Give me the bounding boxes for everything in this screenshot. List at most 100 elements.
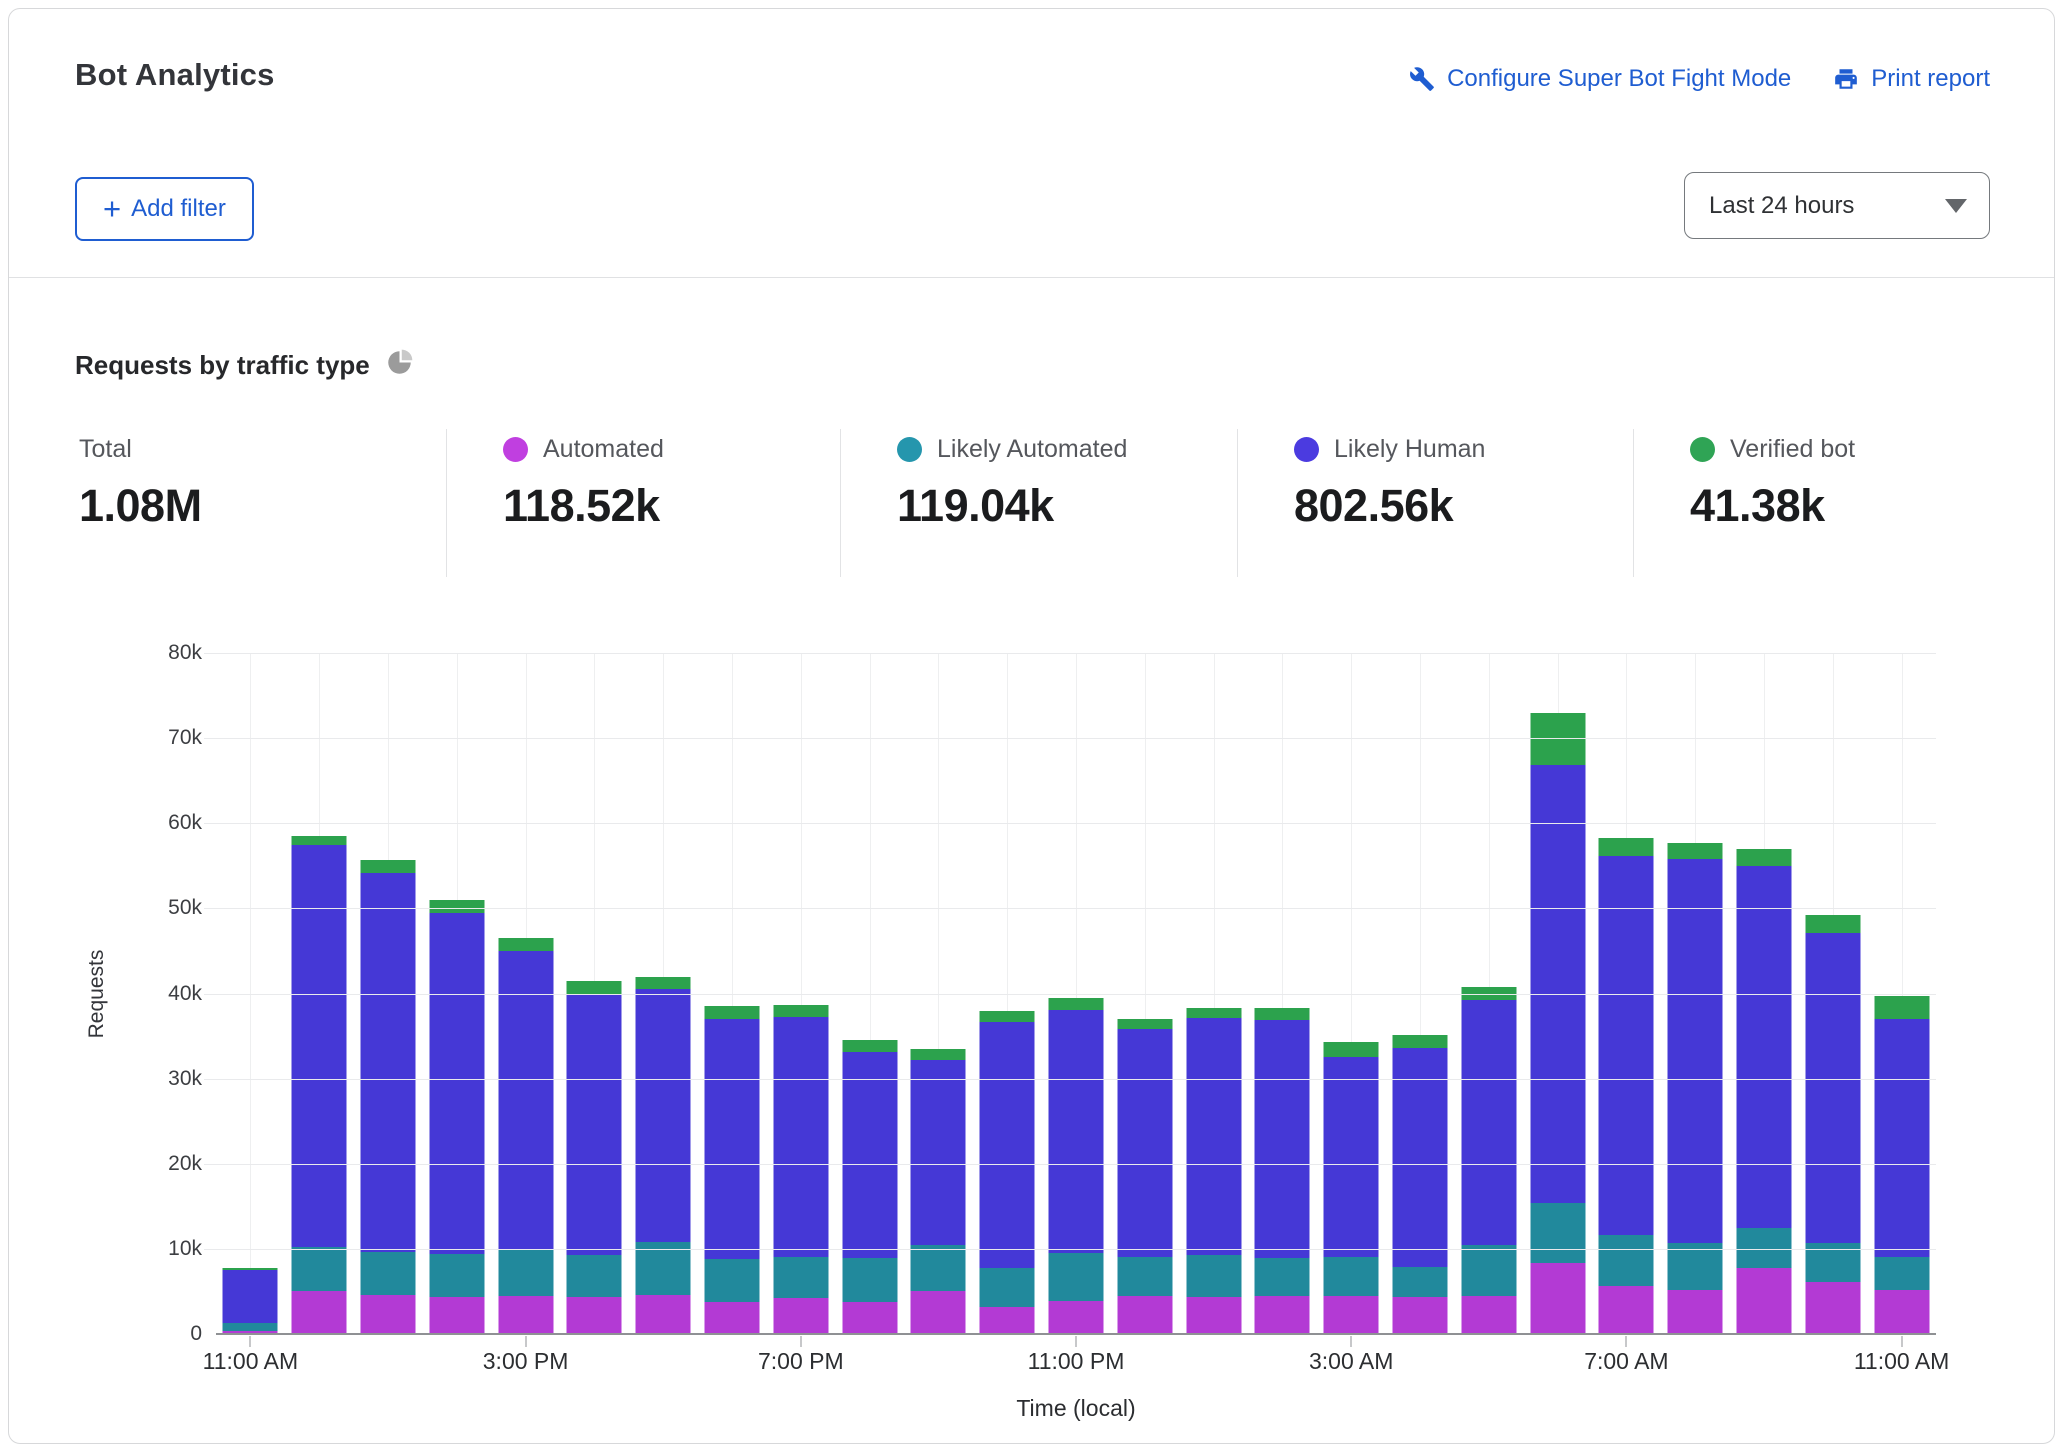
bar-segment-verified-bot[interactable]	[1599, 838, 1654, 856]
bar-segment-automated[interactable]	[292, 1291, 347, 1334]
bar-segment-likely-automated[interactable]	[911, 1245, 966, 1292]
bar-segment-likely-human[interactable]	[773, 1017, 828, 1256]
bar-segment-likely-automated[interactable]	[1530, 1203, 1585, 1263]
bar-segment-verified-bot[interactable]	[498, 938, 553, 951]
stat-automated[interactable]: Automated118.52k	[446, 429, 840, 577]
stat-total[interactable]: Total1.08M	[79, 429, 446, 577]
bar-segment-verified-bot[interactable]	[1874, 996, 1929, 1019]
bar-segment-likely-automated[interactable]	[1874, 1257, 1929, 1289]
bar-segment-likely-human[interactable]	[911, 1060, 966, 1245]
bar-segment-verified-bot[interactable]	[636, 977, 691, 990]
bar-segment-automated[interactable]	[1048, 1301, 1103, 1334]
bar-segment-verified-bot[interactable]	[567, 981, 622, 994]
bar-segment-automated[interactable]	[498, 1296, 553, 1334]
bar-segment-automated[interactable]	[1117, 1296, 1172, 1334]
bar-segment-verified-bot[interactable]	[1255, 1008, 1310, 1020]
bar-segment-likely-automated[interactable]	[498, 1250, 553, 1296]
bar-segment-likely-human[interactable]	[567, 994, 622, 1255]
bar-segment-likely-human[interactable]	[429, 913, 484, 1254]
bar-segment-likely-automated[interactable]	[223, 1323, 278, 1332]
bar-segment-likely-automated[interactable]	[360, 1252, 415, 1295]
bar-segment-likely-automated[interactable]	[1461, 1245, 1516, 1296]
stat-likely-automated[interactable]: Likely Automated119.04k	[840, 429, 1237, 577]
bar-segment-likely-automated[interactable]	[980, 1268, 1035, 1306]
bar-segment-likely-automated[interactable]	[1117, 1257, 1172, 1295]
bar-segment-automated[interactable]	[1392, 1297, 1447, 1334]
bar-segment-likely-human[interactable]	[1805, 933, 1860, 1243]
bar-segment-likely-human[interactable]	[1117, 1029, 1172, 1257]
bar-segment-verified-bot[interactable]	[1117, 1019, 1172, 1029]
bar-segment-likely-human[interactable]	[1255, 1020, 1310, 1258]
bar-segment-likely-automated[interactable]	[1599, 1235, 1654, 1286]
bar-segment-verified-bot[interactable]	[773, 1005, 828, 1018]
bar-segment-likely-automated[interactable]	[1324, 1257, 1379, 1296]
bar-segment-likely-human[interactable]	[842, 1052, 897, 1258]
bar-segment-verified-bot[interactable]	[1392, 1035, 1447, 1048]
bar-segment-likely-human[interactable]	[360, 873, 415, 1253]
bar-segment-likely-automated[interactable]	[1255, 1258, 1310, 1295]
bar-segment-verified-bot[interactable]	[980, 1011, 1035, 1023]
configure-super-bot-fight-mode-link[interactable]: Configure Super Bot Fight Mode	[1409, 65, 1791, 93]
add-filter-button[interactable]: + Add filter	[75, 177, 254, 241]
bar-segment-verified-bot[interactable]	[1736, 849, 1791, 866]
bar-segment-likely-human[interactable]	[980, 1022, 1035, 1268]
bar-segment-automated[interactable]	[1461, 1296, 1516, 1334]
bar-segment-verified-bot[interactable]	[1805, 915, 1860, 933]
bar-segment-likely-human[interactable]	[1392, 1048, 1447, 1267]
bar-segment-automated[interactable]	[842, 1302, 897, 1334]
bar-segment-automated[interactable]	[1668, 1290, 1723, 1334]
stat-likely-human[interactable]: Likely Human802.56k	[1237, 429, 1633, 577]
bar-segment-automated[interactable]	[1874, 1290, 1929, 1334]
bar-segment-automated[interactable]	[1736, 1268, 1791, 1334]
bar-segment-automated[interactable]	[1255, 1296, 1310, 1334]
bar-segment-likely-automated[interactable]	[1668, 1243, 1723, 1290]
bar-segment-verified-bot[interactable]	[842, 1040, 897, 1052]
bar-segment-automated[interactable]	[1186, 1297, 1241, 1334]
bar-segment-verified-bot[interactable]	[429, 900, 484, 913]
bar-segment-likely-human[interactable]	[1874, 1019, 1929, 1257]
bar-segment-automated[interactable]	[1599, 1286, 1654, 1334]
bar-segment-automated[interactable]	[773, 1298, 828, 1334]
bar-segment-likely-automated[interactable]	[429, 1254, 484, 1297]
bar-segment-automated[interactable]	[429, 1297, 484, 1334]
print-report-link[interactable]: Print report	[1833, 65, 1990, 93]
bar-segment-likely-automated[interactable]	[1048, 1253, 1103, 1301]
bar-segment-verified-bot[interactable]	[1186, 1008, 1241, 1018]
bar-segment-likely-automated[interactable]	[636, 1242, 691, 1295]
bar-segment-likely-human[interactable]	[704, 1019, 759, 1259]
stat-verified-bot[interactable]: Verified bot41.38k	[1633, 429, 2014, 577]
bar-segment-verified-bot[interactable]	[1324, 1042, 1379, 1057]
bar-segment-likely-automated[interactable]	[567, 1255, 622, 1298]
bar-segment-automated[interactable]	[636, 1295, 691, 1334]
bar-segment-likely-automated[interactable]	[1736, 1228, 1791, 1268]
bar-segment-verified-bot[interactable]	[704, 1006, 759, 1019]
bar-segment-automated[interactable]	[911, 1291, 966, 1334]
bar-segment-likely-automated[interactable]	[292, 1247, 347, 1291]
bar-segment-likely-automated[interactable]	[1186, 1255, 1241, 1298]
bar-segment-automated[interactable]	[1805, 1282, 1860, 1334]
time-range-select[interactable]: Last 24 hours	[1684, 172, 1990, 239]
bar-segment-verified-bot[interactable]	[911, 1049, 966, 1060]
bar-segment-automated[interactable]	[1324, 1296, 1379, 1334]
bar-segment-automated[interactable]	[1530, 1263, 1585, 1335]
bar-segment-likely-human[interactable]	[1048, 1010, 1103, 1253]
bar-segment-likely-human[interactable]	[292, 845, 347, 1248]
bar-segment-automated[interactable]	[980, 1307, 1035, 1334]
bar-segment-likely-human[interactable]	[223, 1270, 278, 1323]
bar-segment-likely-human[interactable]	[1530, 765, 1585, 1203]
bar-segment-automated[interactable]	[567, 1297, 622, 1334]
bar-segment-likely-human[interactable]	[1599, 856, 1654, 1236]
bar-segment-verified-bot[interactable]	[292, 836, 347, 845]
bar-segment-verified-bot[interactable]	[1668, 843, 1723, 859]
bar-segment-likely-human[interactable]	[1461, 1000, 1516, 1244]
bar-segment-likely-human[interactable]	[1186, 1018, 1241, 1255]
bar-segment-likely-automated[interactable]	[1392, 1267, 1447, 1297]
bar-segment-likely-human[interactable]	[498, 951, 553, 1250]
bar-segment-likely-human[interactable]	[1324, 1057, 1379, 1256]
bar-segment-likely-automated[interactable]	[773, 1257, 828, 1299]
bar-segment-likely-automated[interactable]	[704, 1259, 759, 1302]
bar-segment-likely-automated[interactable]	[842, 1258, 897, 1301]
bar-segment-likely-human[interactable]	[1736, 866, 1791, 1228]
bar-segment-automated[interactable]	[704, 1302, 759, 1334]
bar-segment-automated[interactable]	[360, 1295, 415, 1334]
